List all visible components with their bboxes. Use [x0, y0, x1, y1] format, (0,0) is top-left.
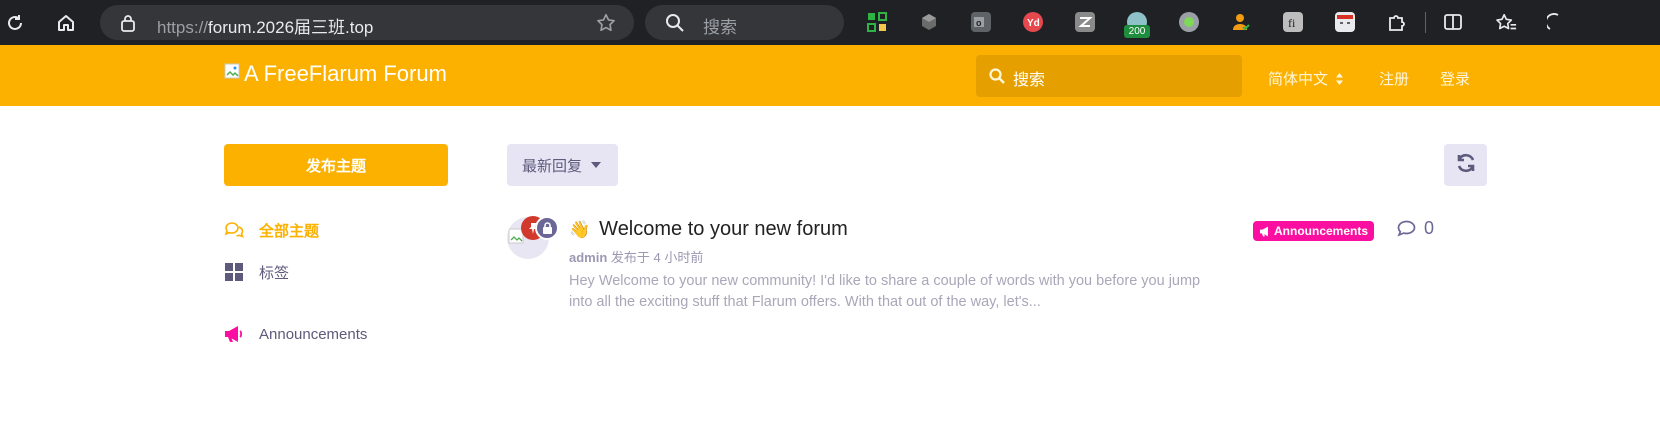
discussion-excerpt: Hey Welcome to your new community! I'd l…: [569, 273, 1201, 310]
address-bar[interactable]: https://forum.2026届三班.top: [100, 5, 634, 40]
sidebar-item-label: Announcements: [259, 325, 368, 343]
sidebar-item-tags[interactable]: 标签: [224, 260, 289, 284]
home-icon[interactable]: [51, 8, 81, 38]
sort-dropdown-button[interactable]: 最新回复: [507, 144, 618, 186]
sidebar-item-announcements[interactable]: Announcements: [224, 322, 367, 346]
forum-brand-link[interactable]: A FreeFlarum Forum: [224, 58, 447, 90]
bullhorn-icon: [1259, 226, 1272, 237]
font-extension-icon[interactable]: fi: [1283, 12, 1303, 32]
language-label: 简体中文: [1268, 71, 1329, 88]
locked-icon: [535, 216, 559, 240]
browser-search-box[interactable]: 搜索: [645, 5, 844, 40]
login-link[interactable]: 登录: [1440, 68, 1470, 89]
discussion-meta: admin 发布于 4 小时前: [569, 247, 703, 266]
zhihu-extension-icon[interactable]: [1075, 12, 1095, 32]
search-icon: [989, 68, 1005, 89]
tag-badge-announcements[interactable]: Announcements: [1253, 221, 1375, 241]
waving-hand-icon: 👋: [569, 219, 591, 239]
language-select[interactable]: 简体中文: [1268, 68, 1344, 89]
post-time: 发布于 4 小时前: [610, 250, 704, 265]
svg-text:o: o: [976, 18, 982, 28]
person-extension-icon[interactable]: [1231, 12, 1251, 32]
sidebar-item-label: 标签: [259, 264, 290, 282]
outlook-extension-icon[interactable]: o: [971, 12, 991, 32]
author-name[interactable]: admin: [569, 250, 607, 265]
forum-header: A FreeFlarum Forum 搜索 简体中文 注册 登录: [0, 45, 1660, 106]
qr-extension-icon[interactable]: [867, 12, 887, 32]
search-icon: [665, 13, 685, 38]
comment-icon: [1397, 220, 1416, 237]
split-screen-icon[interactable]: [1443, 12, 1463, 32]
svg-text:fi: fi: [1288, 16, 1296, 30]
favorite-star-icon[interactable]: [595, 12, 617, 39]
bullhorn-icon: [224, 324, 244, 344]
youdao-extension-icon[interactable]: Yd: [1023, 12, 1043, 32]
toolbar-divider: [1425, 12, 1426, 33]
browser-toolbar: https://forum.2026届三班.top 搜索 o Yd 200 fi: [0, 0, 1660, 45]
tag-label: Announcements: [1274, 224, 1369, 238]
green-dot-extension-icon[interactable]: [1179, 12, 1199, 32]
forum-brand-text: A FreeFlarum Forum: [244, 61, 447, 86]
discussion-title: Welcome to your new forum: [599, 218, 848, 240]
signup-link[interactable]: 注册: [1379, 68, 1409, 89]
browser-search-placeholder: 搜索: [703, 18, 737, 37]
discussion-title-link[interactable]: 👋 Welcome to your new forum: [569, 218, 848, 241]
sidebar-item-all-discussions[interactable]: 全部主题: [224, 218, 319, 242]
reload-icon[interactable]: [0, 8, 30, 38]
extension-count-badge: 200: [1124, 25, 1150, 38]
url-text[interactable]: https://forum.2026届三班.top: [157, 13, 373, 38]
collections-icon[interactable]: [1545, 12, 1567, 32]
svg-text:Yd: Yd: [1027, 18, 1040, 29]
favorites-icon[interactable]: [1495, 12, 1517, 32]
reply-count-value: 0: [1424, 218, 1435, 238]
start-discussion-button[interactable]: 发布主题: [224, 144, 448, 186]
extensions-puzzle-icon[interactable]: [1387, 12, 1407, 32]
broken-logo-image-icon: [224, 61, 242, 79]
reply-count[interactable]: 0: [1397, 218, 1434, 239]
comments-icon: [224, 220, 244, 240]
cube-extension-icon[interactable]: [919, 12, 939, 32]
sort-caret-icon: [1335, 72, 1344, 86]
lock-icon[interactable]: [120, 14, 136, 37]
tags-grid-icon: [224, 262, 244, 282]
caret-down-icon: [591, 162, 602, 168]
refresh-icon: [1455, 152, 1477, 179]
refresh-button[interactable]: [1444, 144, 1487, 186]
sort-label: 最新回复: [522, 157, 583, 175]
header-search-placeholder: 搜索: [1013, 72, 1046, 89]
header-search-input[interactable]: 搜索: [976, 55, 1242, 97]
calendar-extension-icon[interactable]: [1335, 12, 1355, 32]
sidebar-item-label: 全部主题: [259, 222, 320, 240]
